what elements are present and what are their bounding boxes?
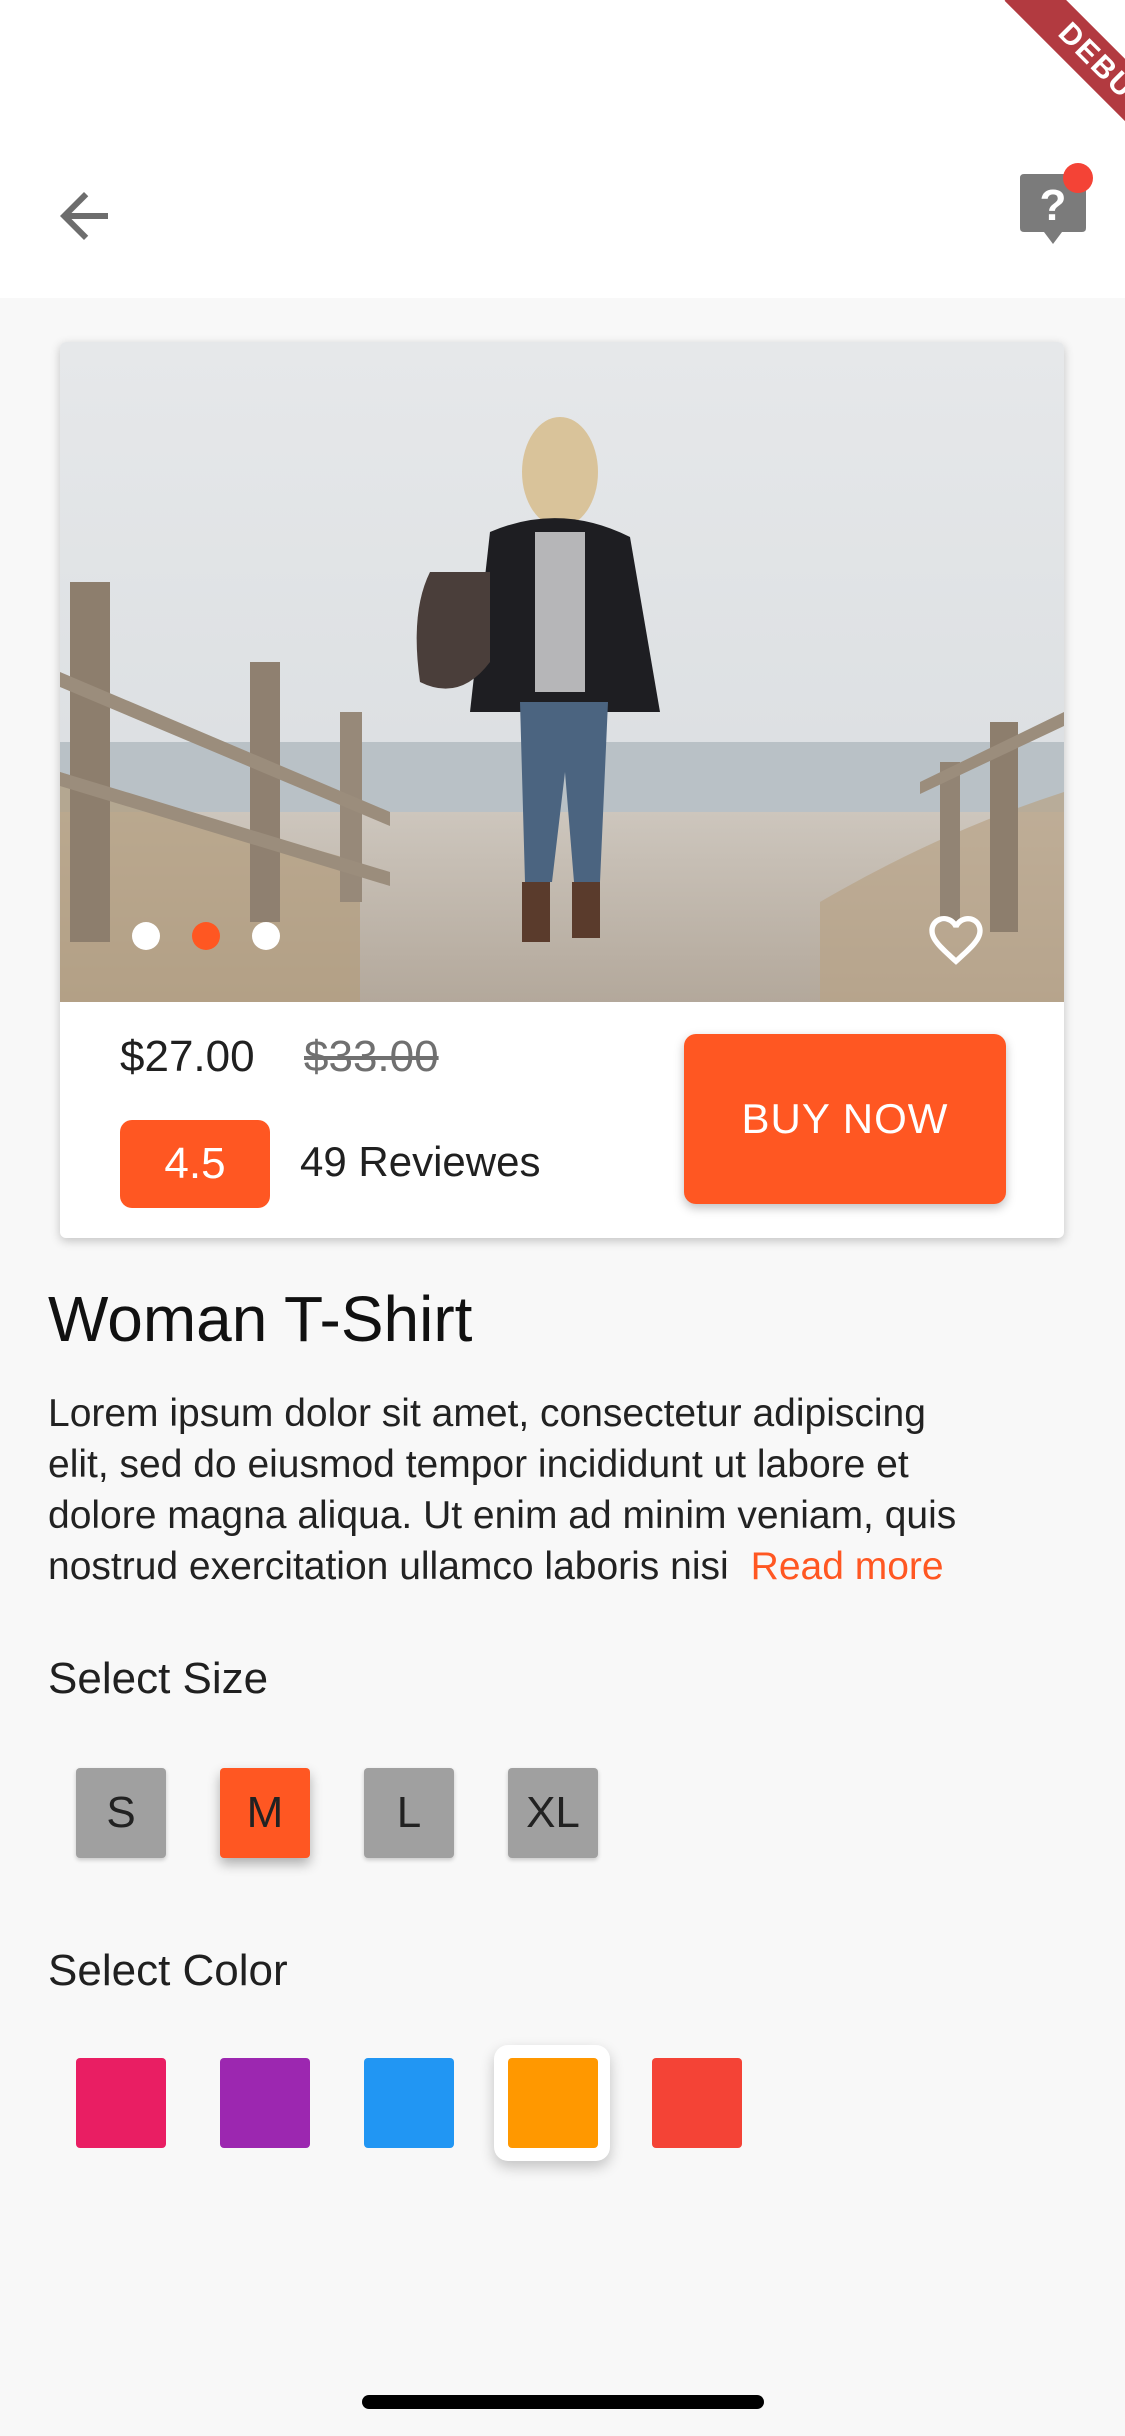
old-price: $33.00 <box>304 1032 439 1081</box>
size-option-s[interactable]: S <box>76 1768 166 1858</box>
description-line-text: nostrud exercitation ullamco laboris nis… <box>48 1545 729 1588</box>
color-swatch-red[interactable] <box>652 2058 742 2148</box>
color-swatch-purple[interactable] <box>220 2058 310 2148</box>
description-line: Lorem ipsum dolor sit amet, consectetur … <box>48 1392 926 1435</box>
product-title: Woman T-Shirt <box>48 1283 473 1355</box>
carousel-dot-2-active[interactable] <box>192 922 220 950</box>
read-more-link[interactable]: Read more <box>751 1545 944 1588</box>
home-indicator <box>362 2395 764 2409</box>
reviews-count[interactable]: 49 Reviewes <box>300 1138 540 1186</box>
color-swatch-blue[interactable] <box>364 2058 454 2148</box>
description-line: elit, sed do eiusmod tempor incididunt u… <box>48 1443 909 1486</box>
select-color-label: Select Color <box>48 1946 288 1995</box>
buy-now-button[interactable]: BUY NOW <box>684 1034 1006 1204</box>
arrow-back-icon <box>60 192 108 240</box>
size-option-xl[interactable]: XL <box>508 1768 598 1858</box>
select-size-label: Select Size <box>48 1654 269 1703</box>
product-card: $27.00 $33.00 4.5 49 Reviewes BUY NOW <box>60 342 1064 1238</box>
svg-text:?: ? <box>1040 181 1067 230</box>
color-swatch-orange-selected[interactable] <box>508 2058 598 2148</box>
carousel-dot-3[interactable] <box>252 922 280 950</box>
color-swatch-pink[interactable] <box>76 2058 166 2148</box>
rating-badge: 4.5 <box>120 1120 270 1208</box>
description-line: dolore magna aliqua. Ut enim ad minim ve… <box>48 1494 957 1537</box>
product-photo <box>60 342 1064 1002</box>
product-image[interactable] <box>60 342 1064 1002</box>
debug-label: DEBUG <box>1004 0 1125 171</box>
size-option-l[interactable]: L <box>364 1768 454 1858</box>
description-line-last: nostrud exercitation ullamco laboris nis… <box>48 1541 1078 1592</box>
heart-outline-icon <box>929 916 983 965</box>
back-button[interactable] <box>48 180 120 252</box>
price: $27.00 <box>120 1032 255 1081</box>
debug-banner: DEBUG <box>945 0 1125 180</box>
favorite-button[interactable] <box>922 908 990 972</box>
product-description: Lorem ipsum dolor sit amet, consectetur … <box>48 1388 1078 1592</box>
size-option-m-selected[interactable]: M <box>220 1768 310 1858</box>
carousel-dot-1[interactable] <box>132 922 160 950</box>
